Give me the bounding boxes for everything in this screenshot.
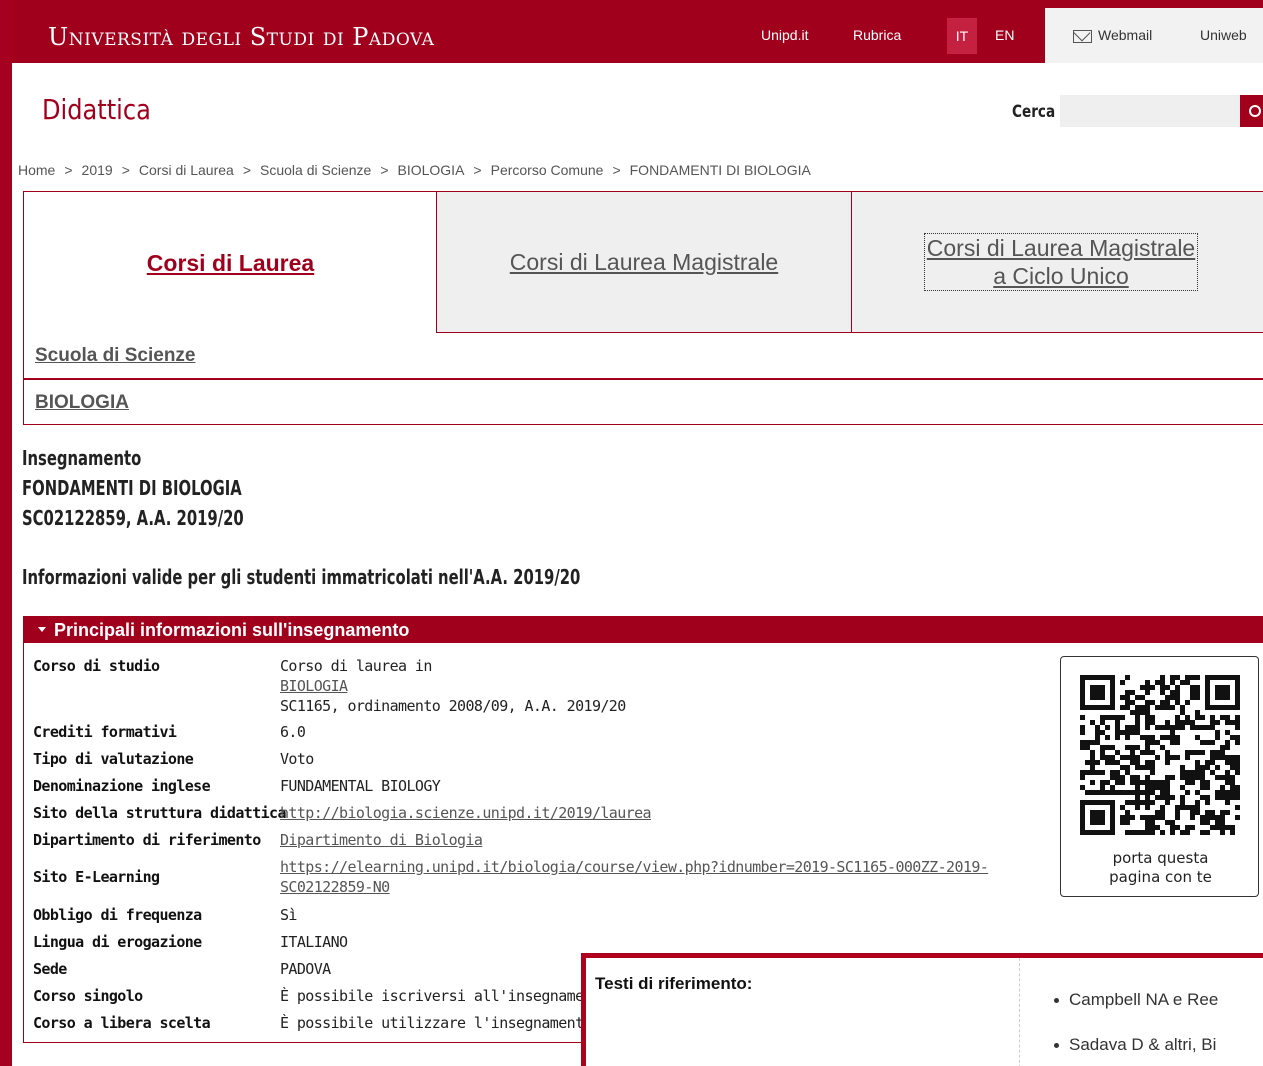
value-dipartimento: Dipartimento di Biologia [280, 830, 483, 850]
breadcrumb-separator: > [121, 162, 130, 178]
lang-en-button[interactable]: EN [995, 27, 1014, 43]
value-sede: PADOVA [280, 960, 331, 978]
value-obbligo: Sì [280, 906, 297, 924]
value-libera-scelta: È possibile utilizzare l'insegnamento [280, 1014, 593, 1032]
breadcrumb-separator: > [242, 162, 252, 178]
collapse-arrow-icon [38, 627, 46, 633]
tab-ciclo-unico[interactable]: Corsi di Laurea Magistrale a Ciclo Unico [851, 191, 1263, 333]
label-libera-scelta: Corso a libera scelta [33, 1014, 211, 1032]
breadcrumb-home[interactable]: Home [18, 162, 55, 178]
tab-label: Corsi di Laurea [146, 249, 315, 276]
insegnamento-name: FONDAMENTI DI BIOLOGIA [22, 476, 242, 500]
value-corso-singolo: È possibile iscriversi all'insegnamento [280, 987, 609, 1005]
course-link[interactable]: BIOLOGIA [35, 392, 129, 413]
tab-corsi-di-laurea[interactable]: Corsi di Laurea [23, 191, 437, 333]
tab-corsi-magistrale[interactable]: Corsi di Laurea Magistrale [436, 191, 852, 333]
label-dipartimento: Dipartimento di riferimento [33, 831, 261, 849]
tab-label: Corsi di Laurea Magistrale a Ciclo Unico [923, 233, 1199, 291]
value-crediti: 6.0 [280, 723, 306, 741]
breadcrumb-corsi[interactable]: Corsi di Laurea [139, 162, 234, 178]
dipartimento-link[interactable]: Dipartimento di Biologia [280, 831, 483, 849]
search-input[interactable] [1060, 95, 1240, 127]
degree-tabs: Corsi di Laurea Corsi di Laurea Magistra… [23, 191, 1263, 425]
value-elearning: https://elearning.unipd.it/biologia/cour… [280, 857, 989, 897]
breadcrumb-separator: > [380, 162, 389, 178]
tab-label-line: Corsi di Laurea Magistrale [926, 235, 1196, 261]
webmail-link[interactable]: Webmail [1098, 27, 1152, 43]
breadcrumb-separator: > [473, 162, 482, 178]
label-sede: Sede [33, 960, 67, 978]
popup-divider [1019, 958, 1020, 1066]
label-elearning: Sito E-Learning [33, 868, 160, 886]
uniweb-link[interactable]: Uniweb [1200, 27, 1247, 43]
breadcrumb-scuola[interactable]: Scuola di Scienze [260, 162, 371, 178]
label-obbligo: Obbligo di frequenza [33, 906, 202, 924]
elearning-link-line: https://elearning.unipd.it/biologia/cour… [280, 858, 989, 876]
label-denominazione: Denominazione inglese [33, 777, 211, 795]
lang-it-button[interactable]: IT [947, 18, 977, 54]
value-sito: http://biologia.scienze.unipd.it/2019/la… [280, 803, 652, 823]
value-corso-line1: Corso di laurea in [280, 657, 432, 675]
school-row: Scuola di Scienze [23, 333, 1263, 379]
breadcrumb-current: FONDAMENTI DI BIOLOGIA [629, 162, 811, 178]
label-corso: Corso di studio [33, 657, 160, 675]
elearning-link-line: SC02122859-N0 [280, 878, 390, 896]
unipd-link[interactable]: Unipd.it [761, 27, 808, 43]
insegnamento-code: SC02122859, A.A. 2019/20 [22, 506, 244, 530]
breadcrumb-separator: > [64, 162, 73, 178]
qr-code-icon [1080, 675, 1240, 835]
reference-item: Campbell NA e Ree [1054, 990, 1218, 1010]
page: Università degli Studi di Padova Unipd.i… [12, 0, 1263, 1066]
school-link[interactable]: Scuola di Scienze [35, 345, 196, 366]
breadcrumb-year[interactable]: 2019 [82, 162, 113, 178]
qr-caption-line: pagina con te [1109, 868, 1212, 886]
panel-title: Principali informazioni sull'insegnament… [54, 620, 410, 640]
value-corso-line3: SC1165, ordinamento 2008/09, A.A. 2019/2… [280, 697, 626, 715]
label-lingua: Lingua di erogazione [33, 933, 202, 951]
sito-link[interactable]: http://biologia.scienze.unipd.it/2019/la… [280, 804, 652, 822]
label-corso-singolo: Corso singolo [33, 987, 143, 1005]
window-edge [0, 0, 12, 1066]
corso-link[interactable]: BIOLOGIA [280, 677, 348, 695]
mail-icon [1073, 30, 1092, 43]
label-tipo: Tipo di valutazione [33, 750, 194, 768]
tab-label-line: a Ciclo Unico [993, 263, 1129, 289]
page-title[interactable]: Didattica [42, 93, 151, 126]
university-logo-text[interactable]: Università degli Studi di Padova [48, 23, 434, 51]
search-label: Cerca [1012, 102, 1056, 122]
course-row: BIOLOGIA [23, 379, 1263, 425]
breadcrumb-separator: > [612, 162, 621, 178]
panel-header[interactable]: Principali informazioni sull'insegnament… [24, 617, 1263, 643]
breadcrumb: Home >2019 > Corsi di Laurea > Scuola di Scie… [18, 162, 811, 178]
rubrica-link[interactable]: Rubrica [853, 27, 901, 43]
utility-links: Webmail Uniweb [1045, 8, 1263, 63]
validity-note: Informazioni valide per gli studenti imm… [22, 565, 581, 589]
elearning-link[interactable]: https://elearning.unipd.it/biologia/cour… [280, 858, 989, 896]
top-bar: Università degli Studi di Padova Unipd.i… [12, 8, 1263, 63]
value-corso: Corso di laurea in BIOLOGIA SC1165, ordina… [280, 656, 626, 716]
browser-viewport: Università degli Studi di Padova Unipd.i… [0, 0, 1263, 1066]
search-icon[interactable] [1240, 95, 1263, 127]
insegnamento-label: Insegnamento [22, 446, 142, 470]
breadcrumb-percorso[interactable]: Percorso Comune [491, 162, 604, 178]
tab-label: Corsi di Laurea Magistrale [509, 249, 779, 275]
popup-title: Testi di riferimento: [595, 974, 753, 993]
label-crediti: Crediti formativi [33, 723, 177, 741]
value-tipo: Voto [280, 750, 314, 768]
breadcrumb-corso[interactable]: BIOLOGIA [398, 162, 465, 178]
value-lingua: ITALIANO [280, 933, 348, 951]
qr-caption-line: porta questa [1112, 849, 1209, 867]
qr-caption: porta questa pagina con te [1061, 849, 1260, 887]
reference-texts-popup: Testi di riferimento: Campbell NA e Ree … [581, 953, 1263, 1066]
top-strip [12, 0, 1263, 8]
label-sito: Sito della struttura didattica [33, 804, 287, 822]
qr-code-box[interactable]: porta questa pagina con te [1060, 656, 1259, 897]
reference-item: Sadava D & altri, Bi [1054, 1035, 1216, 1055]
value-denominazione: FUNDAMENTAL BIOLOGY [280, 777, 441, 795]
